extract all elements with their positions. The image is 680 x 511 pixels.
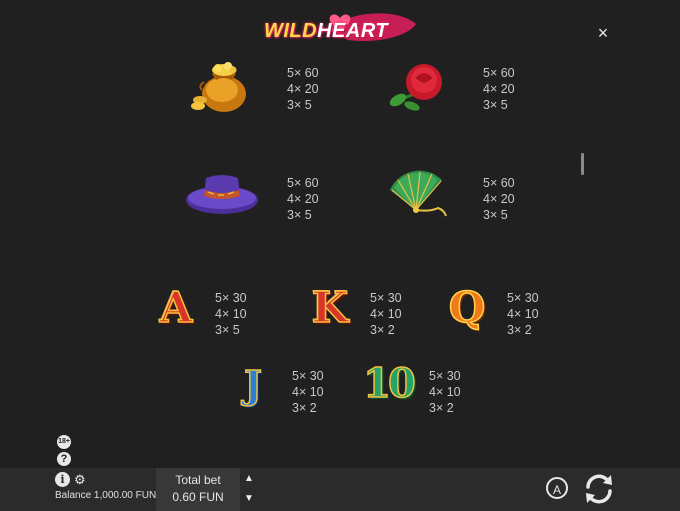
info-button[interactable]: i xyxy=(55,472,70,487)
paytable-gold-bag: 5× 60 4× 20 3× 5 xyxy=(287,65,319,113)
pay-line: 5× 30 xyxy=(429,369,461,383)
card-a-icon: A xyxy=(159,283,193,332)
paytable-a: 5× 30 4× 10 3× 5 xyxy=(215,290,247,338)
pay-line: 5× 60 xyxy=(287,66,319,80)
pay-line: 3× 2 xyxy=(429,401,454,415)
total-bet-label: Total bet xyxy=(175,473,221,487)
paytable-j: 5× 30 4× 10 3× 2 xyxy=(292,368,324,416)
pay-line: 5× 30 xyxy=(370,291,402,305)
hat-icon xyxy=(186,175,258,214)
autoplay-button[interactable]: A xyxy=(546,477,568,499)
paytable-hat: 5× 60 4× 20 3× 5 xyxy=(287,175,319,223)
gold-bag-icon xyxy=(191,62,246,112)
pay-line: 3× 2 xyxy=(292,401,317,415)
balance-text: Balance 1,000.00 FUN xyxy=(55,490,157,501)
pay-line: 3× 5 xyxy=(287,208,312,222)
pay-line: 4× 20 xyxy=(287,82,319,96)
pay-line: 5× 30 xyxy=(215,291,247,305)
bet-decrease-button[interactable]: ▼ xyxy=(244,493,254,504)
card-j-icon: J xyxy=(243,362,262,407)
bet-increase-button[interactable]: ▲ xyxy=(244,473,254,484)
card-k-icon: K xyxy=(311,283,349,332)
pay-line: 4× 10 xyxy=(370,307,402,321)
paytable-q: 5× 30 4× 10 3× 2 xyxy=(507,290,539,338)
rose-icon xyxy=(389,64,442,111)
game-logo: WILDHEART xyxy=(258,10,418,48)
pay-line: 3× 5 xyxy=(287,98,312,112)
help-button[interactable]: ? xyxy=(57,452,71,466)
pay-line: 4× 10 xyxy=(292,385,324,399)
paytable-10: 5× 30 4× 10 3× 2 xyxy=(429,368,461,416)
card-q-icon: Q xyxy=(448,283,486,332)
pay-line: 4× 10 xyxy=(429,385,461,399)
pay-line: 4× 10 xyxy=(215,307,247,321)
pay-line: 5× 60 xyxy=(483,66,515,80)
paytable-fan: 5× 60 4× 20 3× 5 xyxy=(483,175,515,223)
total-bet-box: Total bet 0.60 FUN xyxy=(156,468,240,511)
scrollbar-thumb[interactable] xyxy=(581,153,584,175)
pay-line: 5× 30 xyxy=(507,291,539,305)
pay-line: 3× 2 xyxy=(507,323,532,337)
close-button[interactable]: × xyxy=(594,24,612,42)
pay-line: 4× 20 xyxy=(483,192,515,206)
pay-line: 4× 10 xyxy=(507,307,539,321)
pay-line: 4× 20 xyxy=(483,82,515,96)
logo-heart-text: HEART xyxy=(317,20,389,42)
fan-icon xyxy=(390,170,447,217)
paytable-rose: 5× 60 4× 20 3× 5 xyxy=(483,65,515,113)
pay-line: 3× 2 xyxy=(370,323,395,337)
card-10-icon: 10 xyxy=(362,360,416,407)
total-bet-value: 0.60 FUN xyxy=(172,490,224,504)
logo-wild-text: WILD xyxy=(264,20,318,42)
pay-line: 5× 60 xyxy=(287,176,319,190)
spin-button[interactable] xyxy=(580,470,618,508)
pay-line: 5× 60 xyxy=(483,176,515,190)
age-restriction-icon[interactable]: 18+ xyxy=(57,435,71,449)
pay-line: 4× 20 xyxy=(287,192,319,206)
pay-line: 3× 5 xyxy=(215,323,240,337)
paytable-k: 5× 30 4× 10 3× 2 xyxy=(370,290,402,338)
pay-line: 3× 5 xyxy=(483,208,508,222)
pay-line: 3× 5 xyxy=(483,98,508,112)
gear-icon[interactable]: ⚙ xyxy=(74,472,86,487)
pay-line: 5× 30 xyxy=(292,369,324,383)
